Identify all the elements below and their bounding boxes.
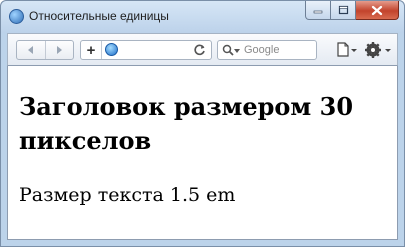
globe-icon [105,43,118,56]
title-bar[interactable]: Относительные единицы [1,1,404,33]
minimize-button[interactable] [305,1,331,20]
search-bar[interactable]: Google [217,40,317,60]
nav-buttons [16,40,74,60]
maximize-icon [338,5,348,15]
forward-arrow-icon [57,46,63,54]
search-engine-dropdown-icon[interactable] [234,49,240,53]
back-arrow-icon [27,46,33,54]
page-menu-button[interactable] [336,41,358,59]
page-content: Заголовок размером 30 пикселов Размер те… [7,66,398,240]
browser-toolbar: + Google [7,33,398,66]
reload-icon[interactable] [193,43,207,57]
page-icon [337,42,357,57]
window-title: Относительные единицы [29,9,169,23]
address-bar[interactable]: + [80,40,212,60]
plus-icon: + [86,41,96,59]
search-icon [222,44,234,56]
close-button[interactable] [356,1,399,20]
add-bookmark-button[interactable]: + [81,41,102,59]
page-paragraph: Размер текста 1.5 em [19,184,236,206]
window-controls [305,1,399,20]
gear-icon [365,42,391,58]
forward-button[interactable] [44,41,74,59]
browser-window: Относительные единицы + Google Заголовок… [0,0,405,247]
page-heading: Заголовок размером 30 пикселов [19,92,354,155]
search-placeholder: Google [244,44,280,56]
close-icon [371,5,383,15]
maximize-button[interactable] [331,1,356,20]
minimize-icon [313,10,323,14]
back-button[interactable] [17,41,45,59]
browser-icon [9,9,24,24]
tools-menu-button[interactable] [364,40,394,60]
